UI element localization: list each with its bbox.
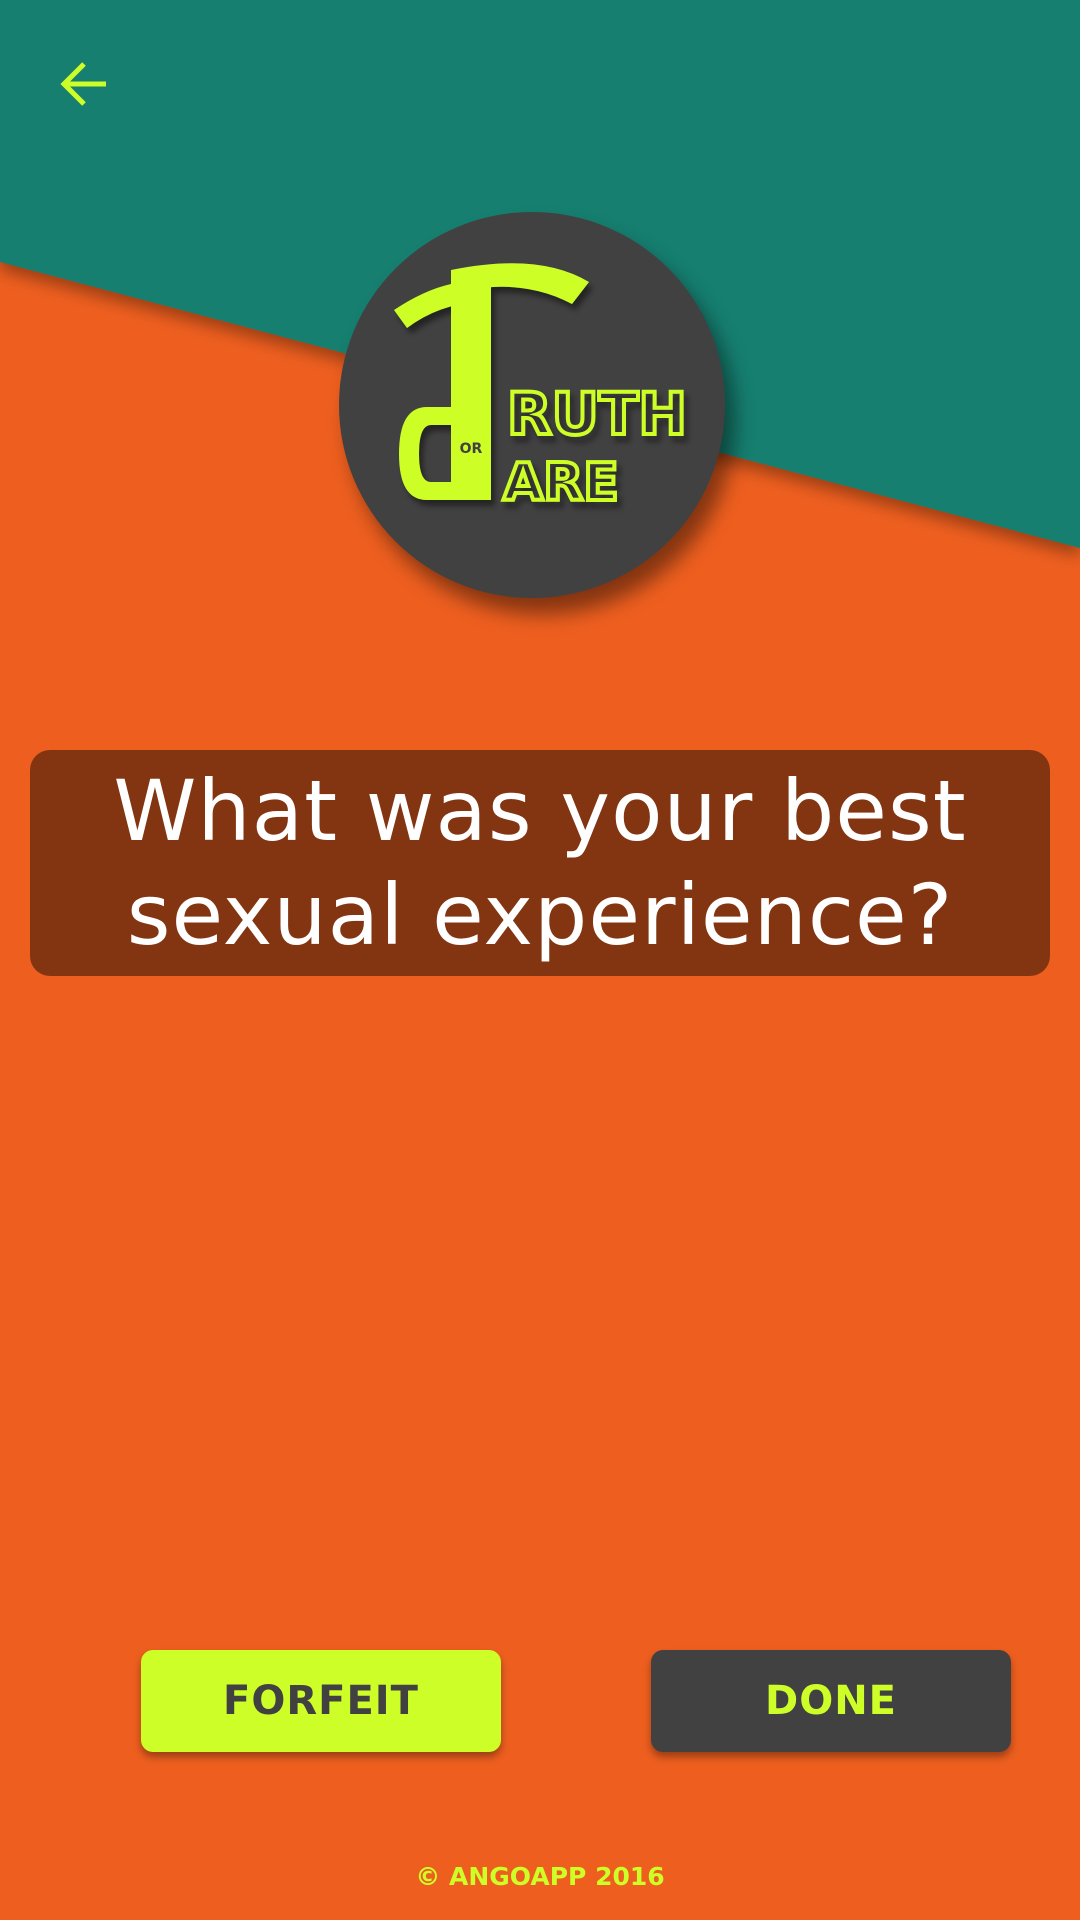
logo-d-bowl <box>399 407 451 500</box>
logo-t-bar <box>394 263 589 328</box>
copyright-text: © ANGOAPP 2016 <box>415 1862 665 1891</box>
logo-t-stem <box>451 282 491 500</box>
truth-or-dare-logo: RUTH OR ARE <box>394 263 689 515</box>
truth-or-dare-screen: RUTH OR ARE What was your best sexual ex… <box>0 0 1080 1920</box>
question-text: What was your best sexual experience? <box>113 762 967 964</box>
logo-badge: RUTH OR ARE <box>339 212 725 598</box>
back-button[interactable] <box>44 44 124 124</box>
arrow-left-icon <box>60 62 106 106</box>
logo-word-are: ARE <box>503 453 619 513</box>
done-button[interactable]: DONE <box>651 1650 1011 1752</box>
question-card: What was your best sexual experience? <box>30 750 1050 976</box>
logo-word-ruth: RUTH <box>507 380 687 448</box>
logo-word-or: OR <box>460 441 483 457</box>
forfeit-button[interactable]: FORFEIT <box>141 1650 501 1752</box>
